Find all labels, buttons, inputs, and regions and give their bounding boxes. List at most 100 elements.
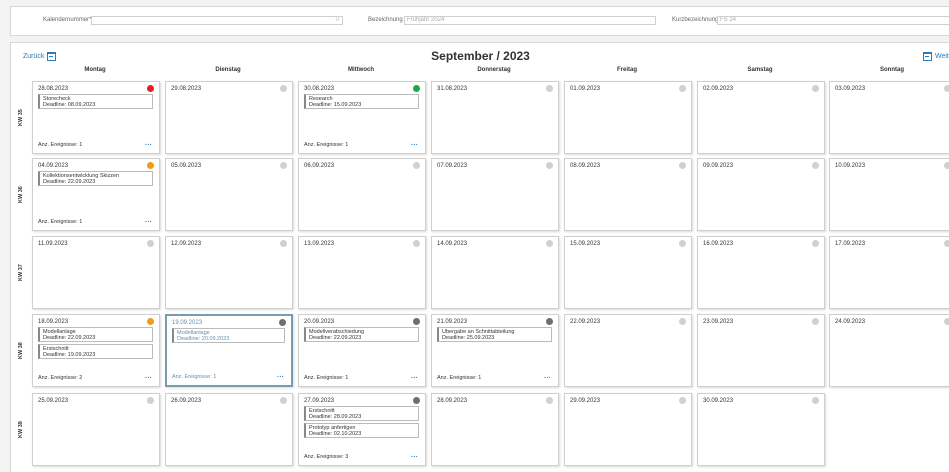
day-cell[interactable]: 04.09.2023 Kollektionsentwicklung Skizzen… xyxy=(32,158,160,231)
day-date: 25.09.2023 xyxy=(38,398,69,404)
day-cell[interactable]: 25.09.2023 xyxy=(32,393,160,466)
day-cell[interactable]: 29.09.2023 xyxy=(564,393,692,466)
status-dot-icon xyxy=(147,240,154,247)
event-list: Erstschnitt Deadline: 28.09.2023 Prototyp … xyxy=(304,406,419,440)
event-item[interactable]: Erstschnitt Deadline: 28.09.2023 xyxy=(304,406,419,421)
day-cell[interactable]: 31.08.2023 xyxy=(431,81,559,154)
day-cell[interactable]: 16.09.2023 xyxy=(697,236,825,309)
event-item[interactable]: Storecheck Deadline: 08.09.2023 xyxy=(38,94,153,109)
day-date: 07.09.2023 xyxy=(437,163,468,169)
day-cell[interactable]: 23.09.2023 xyxy=(697,314,825,387)
day-cell[interactable]: 26.09.2023 xyxy=(165,393,293,466)
status-dot-icon xyxy=(147,397,154,404)
status-dot-icon xyxy=(679,397,686,404)
day-date: 26.09.2023 xyxy=(171,398,202,404)
status-dot-icon xyxy=(413,397,420,404)
calendar-icon[interactable] xyxy=(923,52,932,61)
kalendernummer-suffix: 0 xyxy=(335,17,339,23)
event-deadline: Deadline: 20.09.2023 xyxy=(177,336,230,342)
day-cell[interactable]: 03.09.2023 xyxy=(829,81,949,154)
day-cell[interactable]: 15.09.2023 xyxy=(564,236,692,309)
day-cell[interactable]: 05.09.2023 xyxy=(165,158,293,231)
day-cell[interactable]: 17.09.2023 xyxy=(829,236,949,309)
day-cell[interactable]: 30.08.2023 Research Deadline: 15.09.2023 An… xyxy=(298,81,426,154)
event-item[interactable]: Modellanlage Deadline: 20.09.2023 xyxy=(172,328,285,343)
day-cell[interactable]: 11.09.2023 xyxy=(32,236,160,309)
more-options-icon[interactable]: ··· xyxy=(145,375,152,382)
day-cell[interactable]: 13.09.2023 xyxy=(298,236,426,309)
bezeichnung-field[interactable]: Frühjahr 2024 xyxy=(404,16,656,25)
more-options-icon[interactable]: ··· xyxy=(411,375,418,382)
day-date: 09.09.2023 xyxy=(703,163,734,169)
day-cell[interactable]: 14.09.2023 xyxy=(431,236,559,309)
status-dot-icon xyxy=(546,318,553,325)
more-options-icon[interactable]: ··· xyxy=(145,142,152,149)
day-date: 28.08.2023 xyxy=(38,86,69,92)
day-cell[interactable]: 24.09.2023 xyxy=(829,314,949,387)
event-item[interactable]: Modellverabschiedung Deadline: 22.09.2023 xyxy=(304,327,419,342)
day-cell[interactable]: 28.09.2023 xyxy=(431,393,559,466)
day-date: 30.09.2023 xyxy=(703,398,734,404)
event-list: Kollektionsentwicklung Skizzen Deadline: … xyxy=(38,171,153,188)
status-dot-icon xyxy=(147,85,154,92)
day-cell[interactable]: 02.09.2023 xyxy=(697,81,825,154)
more-options-icon[interactable]: ··· xyxy=(145,219,152,226)
day-cell[interactable]: 07.09.2023 xyxy=(431,158,559,231)
day-cell[interactable]: 22.09.2023 xyxy=(564,314,692,387)
day-cell[interactable]: 21.09.2023 Übergabe an Schnittabteilung De… xyxy=(431,314,559,387)
event-count: Anz. Ereignisse: 1 xyxy=(304,375,349,381)
event-count: Anz. Ereignisse: 1 xyxy=(38,219,83,225)
status-dot-icon xyxy=(546,162,553,169)
event-item[interactable]: Prototyp anfertigen Deadline: 02.10.2023 xyxy=(304,423,419,438)
event-count: Anz. Ereignisse: 1 xyxy=(172,374,217,380)
event-list: Übergabe an Schnittabteilung Deadline: 25… xyxy=(437,327,552,344)
day-date: 12.09.2023 xyxy=(171,241,202,247)
event-count: Anz. Ereignisse: 2 xyxy=(38,375,83,381)
day-date: 28.09.2023 xyxy=(437,398,468,404)
status-dot-icon xyxy=(546,85,553,92)
day-cell[interactable]: 20.09.2023 Modellverabschiedung Deadline: … xyxy=(298,314,426,387)
status-dot-icon xyxy=(812,240,819,247)
event-item[interactable]: Erstschnitt Deadline: 19.09.2023 xyxy=(38,344,153,359)
day-date: 06.09.2023 xyxy=(304,163,335,169)
day-date: 19.09.2023 xyxy=(172,320,203,326)
weekday-header: Montag xyxy=(84,67,106,73)
event-deadline: Deadline: 28.09.2023 xyxy=(309,414,362,420)
day-date: 01.09.2023 xyxy=(570,86,601,92)
next-button[interactable]: Weit xyxy=(923,52,949,61)
day-cell[interactable]: 18.09.2023 Modellanlage Deadline: 22.09.20… xyxy=(32,314,160,387)
day-cell[interactable]: 06.09.2023 xyxy=(298,158,426,231)
more-options-icon[interactable]: ··· xyxy=(277,374,284,381)
day-cell[interactable]: 19.09.2023 Modellanlage Deadline: 20.09.20… xyxy=(165,314,293,387)
status-dot-icon xyxy=(413,162,420,169)
day-cell[interactable]: 01.09.2023 xyxy=(564,81,692,154)
kalendernummer-field[interactable]: 0 xyxy=(91,16,343,25)
status-dot-icon xyxy=(679,162,686,169)
day-cell[interactable]: 09.09.2023 xyxy=(697,158,825,231)
event-item[interactable]: Research Deadline: 15.09.2023 xyxy=(304,94,419,109)
day-cell[interactable]: 28.08.2023 Storecheck Deadline: 08.09.2023… xyxy=(32,81,160,154)
kurzbezeichnung-label: Kurzbezeichnung xyxy=(672,17,719,23)
status-dot-icon xyxy=(944,240,949,247)
more-options-icon[interactable]: ··· xyxy=(411,454,418,461)
day-date: 21.09.2023 xyxy=(437,319,468,325)
event-deadline: Deadline: 02.10.2023 xyxy=(309,431,362,437)
day-date: 17.09.2023 xyxy=(835,241,866,247)
day-cell[interactable]: 30.09.2023 xyxy=(697,393,825,466)
event-item[interactable]: Übergabe an Schnittabteilung Deadline: 25… xyxy=(437,327,552,342)
month-title: September / 2023 xyxy=(431,49,530,63)
event-item[interactable]: Modellanlage Deadline: 22.09.2023 xyxy=(38,327,153,342)
status-dot-icon xyxy=(812,85,819,92)
more-options-icon[interactable]: ··· xyxy=(544,375,551,382)
status-dot-icon xyxy=(280,85,287,92)
day-cell[interactable]: 12.09.2023 xyxy=(165,236,293,309)
bezeichnung-value: Frühjahr 2024 xyxy=(407,17,445,23)
calendar-panel: Zurück September / 2023 Weit Montag Diens… xyxy=(10,42,949,472)
more-options-icon[interactable]: ··· xyxy=(411,142,418,149)
day-cell[interactable]: 10.09.2023 xyxy=(829,158,949,231)
day-cell[interactable]: 27.09.2023 Erstschnitt Deadline: 28.09.202… xyxy=(298,393,426,466)
day-cell[interactable]: 29.08.2023 xyxy=(165,81,293,154)
kurzbezeichnung-field[interactable]: FS 24 xyxy=(717,16,949,25)
day-cell[interactable]: 08.09.2023 xyxy=(564,158,692,231)
event-item[interactable]: Kollektionsentwicklung Skizzen Deadline: … xyxy=(38,171,153,186)
